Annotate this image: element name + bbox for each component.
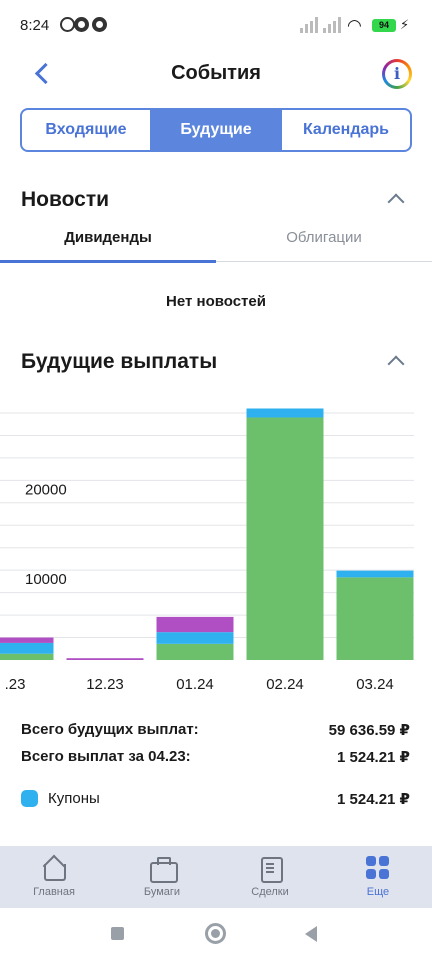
tab-bonds[interactable]: Облигации bbox=[216, 229, 432, 261]
x-tick-label: 02.24 bbox=[266, 676, 304, 693]
chart-bar-segment bbox=[246, 417, 324, 660]
signal-icon bbox=[323, 17, 343, 33]
tab-divider bbox=[216, 261, 432, 262]
chart-y-ticks: 10000 20000 bbox=[25, 481, 67, 588]
total-future-label: Всего будущих выплат: bbox=[21, 721, 199, 738]
info-icon[interactable]: i bbox=[382, 59, 412, 89]
segment-calendar[interactable]: Календарь bbox=[280, 110, 410, 150]
chart-bar-segment bbox=[246, 408, 324, 418]
tab-dividends[interactable]: Дивиденды bbox=[0, 229, 216, 261]
payouts-chart: 10000 20000 .23 12.23 01.24 02.24 03.24 bbox=[0, 408, 414, 693]
bottom-navigation: Главная Бумаги Сделки Еще bbox=[0, 846, 432, 908]
page-title: События bbox=[171, 62, 261, 84]
briefcase-icon bbox=[149, 855, 178, 883]
x-tick-label: .23 bbox=[5, 676, 26, 693]
total-future-value: 59 636.59 ₽ bbox=[328, 722, 410, 739]
chart-x-ticks: .23 12.23 01.24 02.24 03.24 bbox=[5, 676, 394, 693]
y-tick-label: 20000 bbox=[25, 481, 67, 498]
chart-bar-segment bbox=[0, 637, 54, 643]
chart-bar-segment bbox=[0, 653, 54, 660]
status-time: 8:24 bbox=[20, 17, 50, 34]
payouts-section-title: Будущие выплаты bbox=[21, 350, 218, 373]
alarm-icon bbox=[60, 17, 75, 32]
coupons-legend-label: Купоны bbox=[48, 790, 100, 807]
battery-icon: 94 bbox=[372, 19, 396, 32]
status-bar: 8:24 ◠ 94 ⚡ bbox=[0, 0, 432, 52]
nav-item-home[interactable]: Главная bbox=[0, 846, 108, 908]
month-total-label: Всего выплат за 04.23: bbox=[21, 748, 191, 765]
nav-item-deals[interactable]: Сделки bbox=[216, 846, 324, 908]
notification-icon bbox=[92, 17, 107, 32]
nav-label: Еще bbox=[366, 886, 390, 898]
signal-icon bbox=[300, 17, 320, 33]
nav-item-more[interactable]: Еще bbox=[324, 846, 432, 908]
notification-icon bbox=[74, 17, 89, 32]
info-glyph: i bbox=[393, 64, 401, 83]
y-tick-label: 10000 bbox=[25, 571, 67, 588]
nav-label: Бумаги bbox=[143, 886, 181, 898]
charging-icon: ⚡ bbox=[400, 17, 410, 32]
document-icon bbox=[257, 855, 283, 883]
segment-incoming[interactable]: Входящие bbox=[22, 110, 152, 150]
chart-bar-segment bbox=[156, 643, 234, 660]
news-section-title: Новости bbox=[21, 188, 110, 211]
chart-bar-segment bbox=[0, 642, 54, 654]
chevron-up-icon[interactable] bbox=[386, 352, 404, 370]
month-total-value: 1 524.21 ₽ bbox=[337, 749, 410, 766]
chevron-up-icon[interactable] bbox=[386, 190, 404, 208]
home-icon bbox=[41, 855, 67, 881]
chart-bar-segment bbox=[156, 632, 234, 644]
grid-icon bbox=[365, 855, 391, 881]
nav-label: Сделки bbox=[251, 886, 289, 898]
home-button[interactable] bbox=[205, 923, 226, 944]
segment-upcoming[interactable]: Будущие bbox=[152, 110, 280, 150]
events-segmented-control: Входящие Будущие Календарь bbox=[20, 108, 412, 152]
coupons-legend-value: 1 524.21 ₽ bbox=[337, 791, 410, 808]
news-empty-message: Нет новостей bbox=[166, 293, 266, 310]
x-tick-label: 12.23 bbox=[86, 676, 124, 693]
chart-bar-segment bbox=[66, 658, 144, 660]
wifi-icon: ◠ bbox=[347, 16, 362, 35]
coupons-legend-swatch bbox=[21, 790, 38, 807]
x-tick-label: 03.24 bbox=[356, 676, 394, 693]
nav-label: Главная bbox=[33, 886, 75, 898]
active-tab-indicator bbox=[0, 260, 216, 263]
x-tick-label: 01.24 bbox=[176, 676, 214, 693]
chart-bars bbox=[0, 408, 414, 660]
system-back-button[interactable] bbox=[305, 926, 317, 942]
chart-bar-segment bbox=[336, 570, 414, 578]
nav-item-securities[interactable]: Бумаги bbox=[108, 846, 216, 908]
chart-bar-segment bbox=[156, 616, 234, 633]
recent-apps-button[interactable] bbox=[111, 927, 124, 940]
chart-bar-segment bbox=[336, 577, 414, 660]
